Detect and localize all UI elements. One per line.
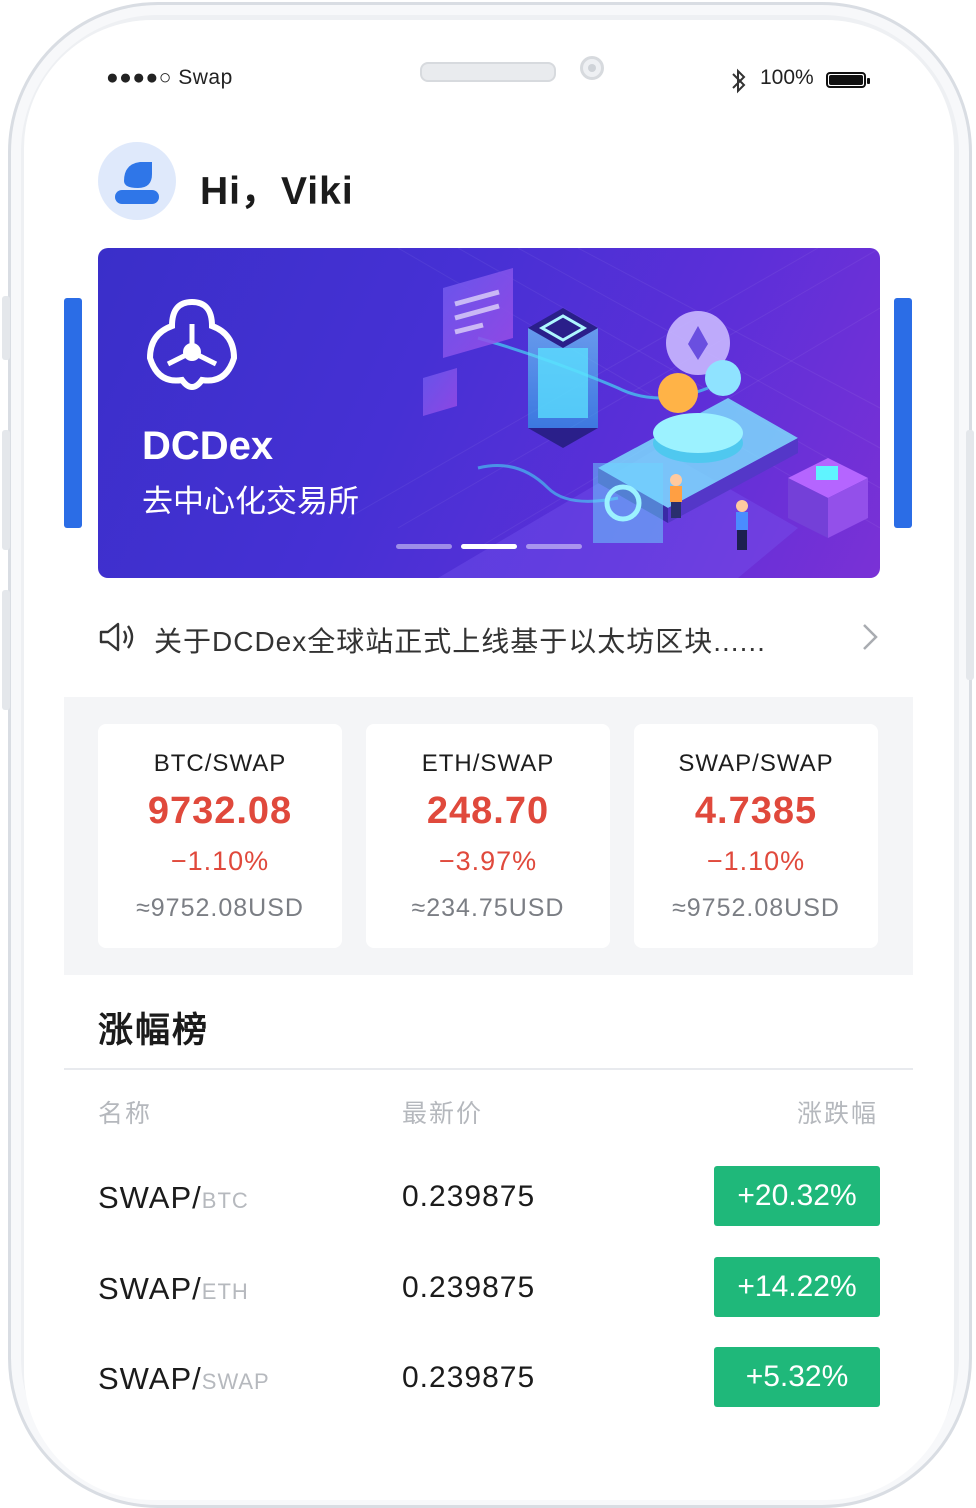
pair-quote: ETH bbox=[201, 1279, 249, 1304]
chevron-right-icon[interactable] bbox=[858, 620, 882, 654]
phone-side-button bbox=[2, 296, 10, 360]
ticker-pair: SWAP/SWAP bbox=[678, 750, 834, 777]
phone-side-button bbox=[2, 430, 10, 550]
ticker-card[interactable]: SWAP/SWAP 4.7385 −1.10% ≈9752.08USD bbox=[634, 724, 878, 948]
banner-subtitle: 去中心化交易所 bbox=[142, 484, 359, 519]
phone-side-button bbox=[2, 590, 10, 710]
ticker-card[interactable]: BTC/SWAP 9732.08 −1.10% ≈9752.08USD bbox=[98, 724, 342, 948]
latest-price: 0.239875 bbox=[402, 1361, 536, 1394]
battery-percent: 100% bbox=[760, 66, 814, 89]
pair-quote: SWAP bbox=[201, 1369, 270, 1394]
ticker-price: 248.70 bbox=[426, 790, 550, 832]
pair-name: SWAP/ETH bbox=[98, 1271, 249, 1307]
pair-base: SWAP/ bbox=[98, 1180, 202, 1215]
ticker-pair: BTC/SWAP bbox=[153, 750, 287, 777]
ticker-usd-value: ≈9752.08USD bbox=[672, 894, 840, 922]
column-header-name: 名称 bbox=[98, 1100, 153, 1128]
ticker-change: −1.10% bbox=[170, 846, 270, 876]
notice-text[interactable]: 关于DCDex全球站正式上线基于以太坊区块...... bbox=[154, 620, 766, 660]
ticker-usd-value: ≈9752.08USD bbox=[136, 894, 304, 922]
user-icon bbox=[115, 162, 159, 204]
pair-base: SWAP/ bbox=[98, 1361, 202, 1396]
change-badge[interactable]: +20.32% bbox=[714, 1166, 880, 1226]
table-row[interactable]: SWAP/SWAP 0.239875 +5.32% bbox=[0, 1347, 976, 1407]
phone-camera bbox=[580, 56, 604, 80]
pair-name: SWAP/BTC bbox=[98, 1180, 249, 1216]
divider bbox=[64, 1068, 913, 1070]
change-badge[interactable]: +5.32% bbox=[714, 1347, 880, 1407]
pair-base: SWAP/ bbox=[98, 1271, 202, 1306]
promo-banner[interactable]: DCDex 去中心化交易所 bbox=[98, 248, 880, 578]
ticker-change: −3.97% bbox=[438, 846, 538, 876]
phone-speaker bbox=[420, 62, 556, 82]
ticker-price: 9732.08 bbox=[147, 790, 293, 832]
ticker-pair: ETH/SWAP bbox=[421, 750, 555, 777]
ticker-price: 4.7385 bbox=[694, 790, 818, 832]
table-row[interactable]: SWAP/ETH 0.239875 +14.22% bbox=[0, 1257, 976, 1317]
latest-price: 0.239875 bbox=[402, 1271, 536, 1304]
banner-next-peek[interactable] bbox=[894, 298, 912, 528]
battery-icon bbox=[826, 72, 870, 88]
pair-quote: BTC bbox=[201, 1188, 249, 1213]
column-header-change: 涨跌幅 bbox=[796, 1100, 878, 1128]
carousel-dot[interactable] bbox=[526, 544, 582, 549]
phone-side-button bbox=[966, 430, 974, 680]
greeting-text: Hi，Viki bbox=[200, 170, 354, 213]
status-carrier: ●●●●○ Swap bbox=[106, 66, 233, 89]
change-badge[interactable]: +14.22% bbox=[714, 1257, 880, 1317]
pair-name: SWAP/SWAP bbox=[98, 1361, 270, 1397]
bluetooth-icon bbox=[728, 66, 750, 96]
ticker-card[interactable]: ETH/SWAP 248.70 −3.97% ≈234.75USD bbox=[366, 724, 610, 948]
banner-title: DCDex bbox=[142, 424, 274, 468]
ticker-change: −1.10% bbox=[706, 846, 806, 876]
latest-price: 0.239875 bbox=[402, 1180, 536, 1213]
gainers-title: 涨幅榜 bbox=[98, 1011, 210, 1050]
column-header-price: 最新价 bbox=[402, 1100, 484, 1128]
carousel-dot[interactable] bbox=[396, 544, 452, 549]
dcdex-logo-icon bbox=[146, 298, 238, 390]
table-row[interactable]: SWAP/BTC 0.239875 +20.32% bbox=[0, 1166, 976, 1226]
avatar[interactable] bbox=[98, 142, 176, 220]
carousel-dot-active[interactable] bbox=[461, 544, 517, 549]
ticker-usd-value: ≈234.75USD bbox=[411, 894, 565, 922]
banner-prev-peek[interactable] bbox=[64, 298, 82, 528]
speaker-icon bbox=[98, 620, 138, 654]
